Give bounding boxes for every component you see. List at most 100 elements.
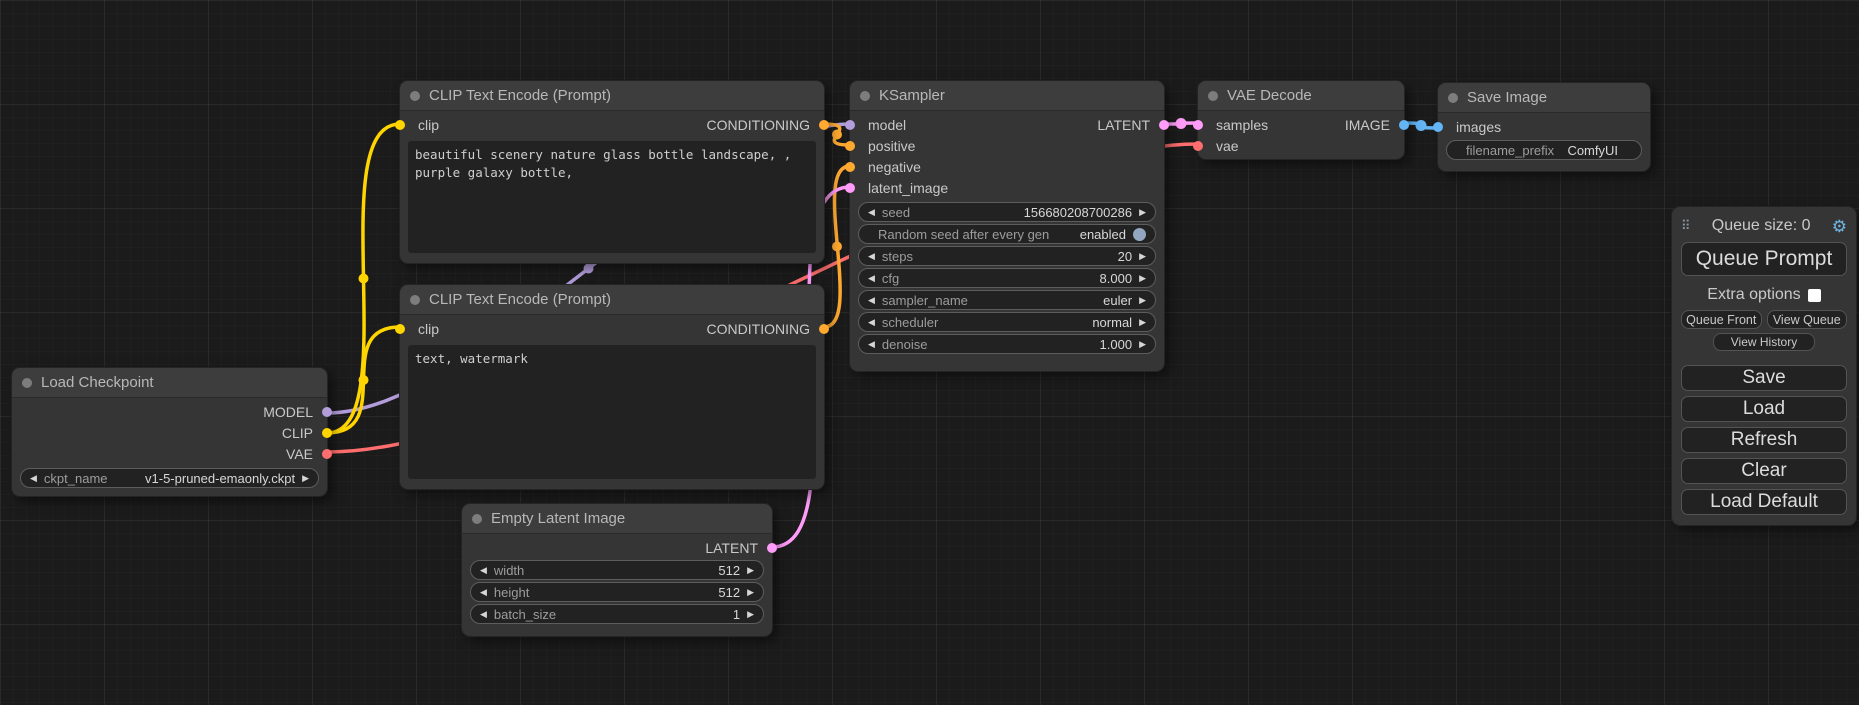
refresh-button[interactable]: Refresh [1681, 427, 1847, 453]
view-queue-button[interactable]: View Queue [1767, 310, 1848, 329]
link-dot-icon [584, 264, 594, 274]
decrement-arrow-icon[interactable]: ◀ [30, 474, 37, 483]
node-load-checkpoint[interactable]: Load Checkpoint MODEL CLIP VAE ◀ ckpt_na… [12, 368, 327, 496]
increment-arrow-icon[interactable]: ▶ [747, 610, 754, 619]
queue-front-button[interactable]: Queue Front [1681, 310, 1762, 329]
vae-input-slot[interactable] [1193, 141, 1203, 151]
decrement-arrow-icon[interactable]: ◀ [480, 588, 487, 597]
denoise-widget[interactable]: ◀ denoise 1.000 ▶ [858, 334, 1156, 354]
decrement-arrow-icon[interactable]: ◀ [868, 296, 875, 305]
view-history-button[interactable]: View History [1713, 333, 1815, 351]
increment-arrow-icon[interactable]: ▶ [1139, 274, 1146, 283]
extra-options-checkbox[interactable] [1808, 289, 1821, 302]
widget-value: 1 [733, 607, 740, 622]
decrement-arrow-icon[interactable]: ◀ [868, 318, 875, 327]
increment-arrow-icon[interactable]: ▶ [1139, 208, 1146, 217]
increment-arrow-icon[interactable]: ▶ [747, 588, 754, 597]
decrement-arrow-icon[interactable]: ◀ [868, 252, 875, 261]
node-title: VAE Decode [1227, 87, 1312, 104]
seed-widget[interactable]: ◀ seed 156680208700286 ▶ [858, 202, 1156, 222]
random-seed-toggle-widget[interactable]: Random seed after every gen enabled [858, 224, 1156, 244]
node-collapse-dot-icon[interactable] [1208, 91, 1218, 101]
node-title: KSampler [879, 87, 945, 104]
increment-arrow-icon[interactable]: ▶ [1139, 340, 1146, 349]
sampler-name-widget[interactable]: ◀ sampler_name euler ▶ [858, 290, 1156, 310]
negative-input-slot[interactable] [845, 162, 855, 172]
samples-input-slot[interactable] [1193, 120, 1203, 130]
node-collapse-dot-icon[interactable] [410, 295, 420, 305]
decrement-arrow-icon[interactable]: ◀ [480, 610, 487, 619]
toggle-icon[interactable] [1133, 228, 1146, 241]
model-output-slot[interactable] [322, 407, 332, 417]
node-title-bar[interactable]: Empty Latent Image [462, 504, 772, 534]
batch-size-widget[interactable]: ◀ batch_size 1 ▶ [470, 604, 764, 624]
clear-button[interactable]: Clear [1681, 458, 1847, 484]
decrement-arrow-icon[interactable]: ◀ [480, 566, 487, 575]
decrement-arrow-icon[interactable]: ◀ [868, 274, 875, 283]
node-collapse-dot-icon[interactable] [410, 91, 420, 101]
queue-prompt-button[interactable]: Queue Prompt [1681, 242, 1847, 276]
widget-value: v1-5-pruned-emaonly.ckpt [145, 471, 295, 486]
node-collapse-dot-icon[interactable] [860, 91, 870, 101]
conditioning-output-slot[interactable] [819, 120, 829, 130]
image-output-slot[interactable] [1399, 120, 1409, 130]
load-default-button[interactable]: Load Default [1681, 489, 1847, 515]
output-label: LATENT [705, 540, 758, 556]
width-widget[interactable]: ◀ width 512 ▶ [470, 560, 764, 580]
widget-value: 8.000 [1100, 271, 1133, 286]
clip-input-slot[interactable] [395, 324, 405, 334]
graph-canvas[interactable]: Load Checkpoint MODEL CLIP VAE ◀ ckpt_na… [0, 0, 1859, 705]
load-button[interactable]: Load [1681, 396, 1847, 422]
clip-input-slot[interactable] [395, 120, 405, 130]
ckpt-name-widget[interactable]: ◀ ckpt_name v1-5-pruned-emaonly.ckpt ▶ [20, 468, 319, 488]
increment-arrow-icon[interactable]: ▶ [1139, 296, 1146, 305]
node-empty-latent-image[interactable]: Empty Latent Image LATENT ◀ width 512 ▶ … [462, 504, 772, 636]
node-title-bar[interactable]: KSampler [850, 81, 1164, 111]
link-dot-icon [359, 274, 369, 284]
height-widget[interactable]: ◀ height 512 ▶ [470, 582, 764, 602]
input-label: clip [418, 321, 439, 337]
conditioning-output-slot[interactable] [819, 324, 829, 334]
node-save-image[interactable]: Save Image images filename_prefix ComfyU… [1438, 83, 1650, 171]
node-title-bar[interactable]: VAE Decode [1198, 81, 1404, 111]
queue-panel-header: ⠿ Queue size: 0 ⚙ [1681, 214, 1847, 238]
input-label: clip [418, 117, 439, 133]
node-collapse-dot-icon[interactable] [472, 514, 482, 524]
node-title-bar[interactable]: Save Image [1438, 83, 1650, 113]
increment-arrow-icon[interactable]: ▶ [302, 474, 309, 483]
latent-output-slot[interactable] [767, 543, 777, 553]
increment-arrow-icon[interactable]: ▶ [1139, 252, 1146, 261]
node-clip-text-encode-positive[interactable]: CLIP Text Encode (Prompt) clip CONDITION… [400, 81, 824, 263]
model-input-slot[interactable] [845, 120, 855, 130]
node-title-bar[interactable]: Load Checkpoint [12, 368, 327, 398]
latent-output-slot[interactable] [1159, 120, 1169, 130]
increment-arrow-icon[interactable]: ▶ [747, 566, 754, 575]
increment-arrow-icon[interactable]: ▶ [1139, 318, 1146, 327]
settings-gear-icon[interactable]: ⚙ [1832, 218, 1847, 235]
node-collapse-dot-icon[interactable] [1448, 93, 1458, 103]
decrement-arrow-icon[interactable]: ◀ [868, 208, 875, 217]
node-title-bar[interactable]: CLIP Text Encode (Prompt) [400, 81, 824, 111]
node-title-bar[interactable]: CLIP Text Encode (Prompt) [400, 285, 824, 315]
prompt-textarea[interactable]: beautiful scenery nature glass bottle la… [408, 141, 816, 253]
filename-prefix-widget[interactable]: filename_prefix ComfyUI [1446, 140, 1642, 160]
node-title: Load Checkpoint [41, 374, 154, 391]
node-clip-text-encode-negative[interactable]: CLIP Text Encode (Prompt) clip CONDITION… [400, 285, 824, 489]
decrement-arrow-icon[interactable]: ◀ [868, 340, 875, 349]
positive-input-slot[interactable] [845, 141, 855, 151]
drag-handle-icon[interactable]: ⠿ [1681, 218, 1691, 234]
prompt-textarea[interactable]: text, watermark [408, 345, 816, 479]
images-input-slot[interactable] [1433, 122, 1443, 132]
widget-value: 512 [718, 585, 740, 600]
cfg-widget[interactable]: ◀ cfg 8.000 ▶ [858, 268, 1156, 288]
node-collapse-dot-icon[interactable] [22, 378, 32, 388]
clip-output-slot[interactable] [322, 428, 332, 438]
scheduler-widget[interactable]: ◀ scheduler normal ▶ [858, 312, 1156, 332]
node-vae-decode[interactable]: VAE Decode samples IMAGE vae [1198, 81, 1404, 159]
node-ksampler[interactable]: KSampler model LATENT positive negative … [850, 81, 1164, 371]
steps-widget[interactable]: ◀ steps 20 ▶ [858, 246, 1156, 266]
save-button[interactable]: Save [1681, 365, 1847, 391]
input-label: vae [1216, 138, 1239, 154]
latent-input-slot[interactable] [845, 183, 855, 193]
vae-output-slot[interactable] [322, 449, 332, 459]
